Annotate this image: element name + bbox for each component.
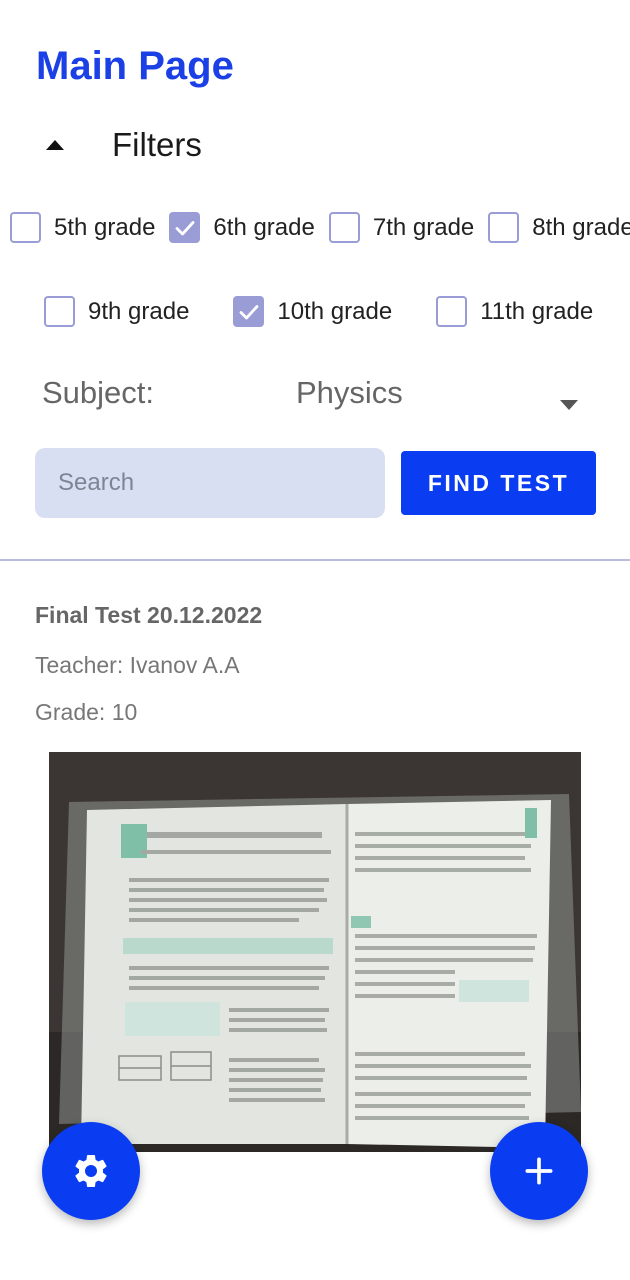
grade-checkbox-11th[interactable]: 11th grade bbox=[436, 296, 593, 327]
grade-filter-row-2: 9th grade 10th grade 11th grade bbox=[44, 296, 630, 327]
grade-checkbox-9th[interactable]: 9th grade bbox=[44, 296, 189, 327]
grade-label: 10th grade bbox=[277, 297, 393, 325]
subject-selected-value: Physics bbox=[296, 375, 403, 410]
checkbox-checked-icon[interactable] bbox=[169, 212, 201, 243]
grade-label: 11th grade bbox=[480, 297, 594, 325]
gear-icon bbox=[75, 1155, 107, 1187]
checkbox-icon[interactable] bbox=[328, 212, 360, 243]
subject-label: Subject: bbox=[42, 375, 155, 410]
checkbox-checked-icon[interactable] bbox=[233, 296, 265, 327]
caret-up-icon bbox=[46, 140, 64, 150]
grade-label: 5th grade bbox=[54, 213, 156, 241]
dropdown-arrow-icon[interactable] bbox=[560, 400, 578, 410]
test-title: Final Test 20.12.2022 bbox=[35, 602, 263, 628]
checkbox-icon[interactable] bbox=[436, 296, 468, 327]
search-input[interactable] bbox=[35, 448, 385, 518]
grade-label: 7th grade bbox=[372, 213, 475, 241]
plus-icon bbox=[525, 1157, 553, 1185]
add-test-button[interactable] bbox=[490, 1122, 588, 1220]
test-grade: Grade: 10 bbox=[35, 699, 138, 725]
filters-toggle[interactable]: Filters bbox=[46, 124, 202, 166]
settings-button[interactable] bbox=[42, 1122, 140, 1220]
checkbox-icon[interactable] bbox=[44, 296, 75, 327]
grade-checkbox-10th[interactable]: 10th grade bbox=[233, 296, 392, 327]
main-page: Main Page Filters 5th grade 6th grade 7t… bbox=[0, 0, 630, 1280]
page-title: Main Page bbox=[36, 44, 234, 88]
grade-label: 6th grade bbox=[213, 213, 315, 241]
subject-dropdown[interactable]: Physics bbox=[296, 370, 588, 426]
test-teacher: Teacher: Ivanov A.A bbox=[35, 652, 240, 678]
test-photo[interactable] bbox=[49, 752, 581, 1152]
checkbox-icon[interactable] bbox=[10, 212, 41, 243]
grade-checkbox-6th[interactable]: 6th grade bbox=[169, 212, 315, 243]
grade-checkbox-8th[interactable]: 8th grade bbox=[488, 212, 630, 243]
grade-label: 8th grade bbox=[532, 213, 630, 241]
filters-label: Filters bbox=[112, 126, 202, 163]
divider bbox=[0, 559, 630, 561]
find-test-button[interactable]: FIND TEST bbox=[401, 451, 596, 515]
checkbox-icon[interactable] bbox=[488, 212, 520, 243]
grade-label: 9th grade bbox=[88, 297, 190, 325]
grade-filter-row-1: 5th grade 6th grade 7th grade 8th grade bbox=[10, 212, 630, 243]
grade-checkbox-7th[interactable]: 7th grade bbox=[328, 212, 475, 243]
grade-checkbox-5th[interactable]: 5th grade bbox=[10, 212, 155, 243]
